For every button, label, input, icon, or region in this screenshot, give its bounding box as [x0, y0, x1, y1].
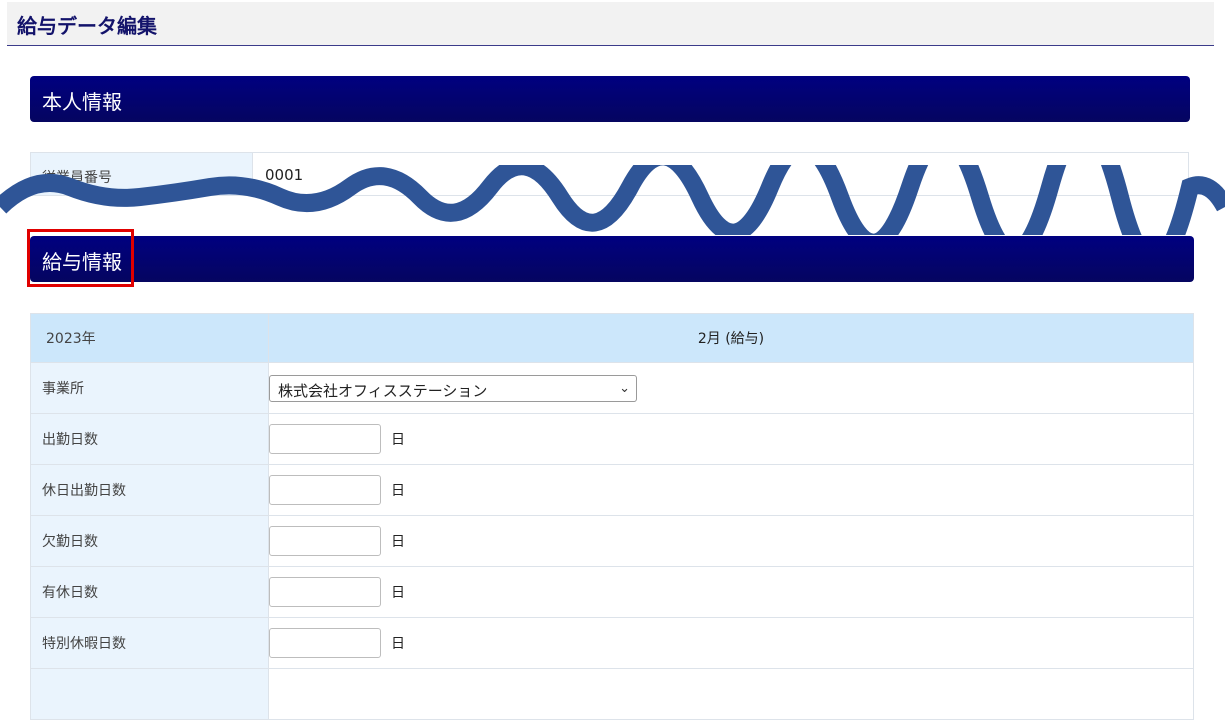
page-header: 給与データ編集 [7, 2, 1214, 46]
table-row [30, 668, 1194, 720]
unit-label: 日 [391, 483, 405, 499]
table-row: 欠勤日数 日 [30, 515, 1194, 567]
absence-days-input[interactable] [269, 526, 381, 556]
row-label: 休日出勤日数 [30, 464, 269, 516]
special-leave-days-input[interactable] [269, 628, 381, 658]
attendance-days-input[interactable] [269, 424, 381, 454]
holiday-work-days-input[interactable] [269, 475, 381, 505]
row-label: 特別休暇日数 [30, 617, 269, 669]
salary-table-header-row: 2023年 2月 (給与) [30, 313, 1194, 363]
table-row: 出勤日数 日 [30, 413, 1194, 465]
table-row: 休日出勤日数 日 [30, 464, 1194, 516]
page-title: 給与データ編集 [17, 14, 157, 38]
paid-leave-days-input[interactable] [269, 577, 381, 607]
salary-info-section-header: 給与情報 [30, 236, 1194, 282]
chevron-down-icon: ⌄ [619, 380, 630, 396]
personal-info-section-header: 本人情報 [30, 76, 1190, 122]
office-select-value: 株式会社オフィスステーション [278, 381, 488, 400]
office-select[interactable]: 株式会社オフィスステーション ⌄ [269, 374, 637, 402]
row-label: 有休日数 [30, 566, 269, 618]
row-label: 出勤日数 [30, 413, 269, 465]
highlight-box [27, 229, 134, 287]
personal-info-title: 本人情報 [42, 90, 122, 114]
table-row: 有休日数 日 [30, 566, 1194, 618]
year-cell: 2023年 [30, 313, 269, 363]
unit-label: 日 [391, 585, 405, 601]
office-label: 事業所 [30, 362, 269, 414]
unit-label: 日 [391, 534, 405, 550]
unit-label: 日 [391, 636, 405, 652]
month-cell: 2月 (給与) [268, 313, 1194, 363]
row-label: 欠勤日数 [30, 515, 269, 567]
unit-label: 日 [391, 432, 405, 448]
office-row: 事業所 株式会社オフィスステーション ⌄ [30, 362, 1194, 414]
wave-divider [0, 165, 1225, 235]
table-row: 特別休暇日数 日 [30, 617, 1194, 669]
salary-table: 2023年 2月 (給与) 事業所 株式会社オフィスステーション ⌄ 出勤日数 … [30, 313, 1194, 720]
